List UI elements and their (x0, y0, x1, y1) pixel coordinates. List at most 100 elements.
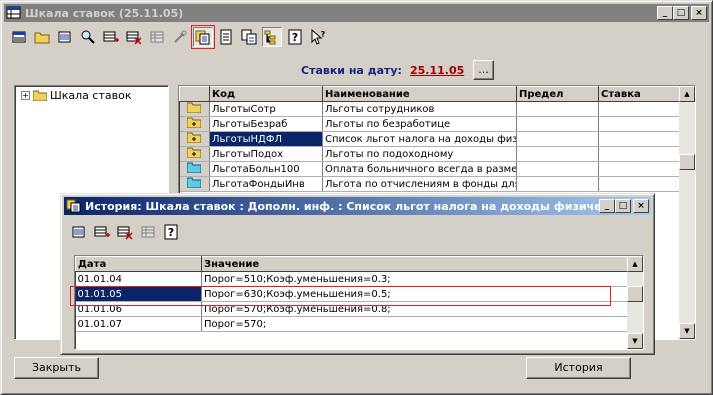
add-row-button[interactable] (101, 27, 121, 47)
scroll-down-button[interactable]: ▼ (679, 323, 695, 339)
scroll-up-button[interactable]: ▲ (679, 86, 695, 102)
cell-rate[interactable] (598, 116, 682, 132)
history-scrollbar[interactable]: ▲ ▼ (627, 256, 643, 349)
history-table: Дата Значение 01.01.04 Порог=510;Коэф.ум… (75, 256, 628, 332)
delete-icon (126, 31, 142, 45)
expand-toggle[interactable]: + (21, 91, 30, 100)
cell-value[interactable]: Порог=570; (201, 316, 628, 332)
close-window-button[interactable]: × (633, 199, 649, 213)
edit-button[interactable] (69, 222, 89, 242)
table-app-icon (6, 6, 21, 19)
cell-date[interactable]: 01.01.04 (75, 271, 202, 287)
cell-value[interactable]: Порог=510;Коэф.уменьшения=0.3; (201, 271, 628, 287)
table-row[interactable]: 01.01.07 Порог=570; (75, 316, 628, 332)
column-header-name[interactable]: Наименование (322, 86, 517, 102)
help-button[interactable]: ? (161, 222, 181, 242)
cell-rate[interactable] (598, 161, 682, 177)
open-folder-button[interactable] (32, 27, 52, 47)
column-header-date[interactable]: Дата (75, 256, 202, 272)
svg-text:?: ? (321, 30, 326, 39)
cell-rate[interactable] (598, 146, 682, 162)
table-row[interactable]: ЛьготыПодох Льготы по подоходному (179, 146, 682, 162)
cell-name[interactable]: Оплата больничного всегда в разме (322, 161, 517, 177)
cell-limit[interactable] (516, 161, 599, 177)
maximize-button[interactable]: □ (615, 199, 631, 213)
column-header-value[interactable]: Значение (201, 256, 628, 272)
table-button[interactable] (138, 222, 158, 242)
cell-value[interactable]: Порог=630;Коэф.уменьшения=0.5; (201, 286, 628, 302)
tree-view-button[interactable] (262, 27, 282, 47)
cell-code[interactable]: ЛьготыПодох (209, 146, 323, 162)
scroll-down-button[interactable]: ▼ (627, 333, 643, 349)
edit-button[interactable] (55, 27, 75, 47)
main-title-bar[interactable]: Шкала ставок (25.11.05) _ □ × (4, 4, 709, 22)
table-row[interactable]: 01.01.06 Порог=570;Коэф.уменьшения=0.8; (75, 301, 628, 317)
scroll-up-button[interactable]: ▲ (627, 256, 643, 272)
history-title-bar[interactable]: История: Шкала ставок : Дополн. инф. : С… (64, 197, 651, 215)
cell-date[interactable]: 01.01.07 (75, 316, 202, 332)
copy-button[interactable] (239, 27, 259, 47)
table-button[interactable] (147, 27, 167, 47)
cell-name[interactable]: Льготы по подоходному (322, 146, 517, 162)
cell-date[interactable]: 01.01.06 (75, 301, 202, 317)
table-row[interactable]: ЛьготаБольн100 Оплата больничного всегда… (179, 161, 682, 177)
delete-icon (117, 226, 133, 240)
history-open-button[interactable]: История (526, 357, 631, 379)
table-row[interactable]: ЛьготыБезраб Льготы по безработице (179, 116, 682, 132)
delete-button[interactable] (115, 222, 135, 242)
column-header-rate[interactable]: Ставка (598, 86, 682, 102)
scroll-thumb[interactable] (627, 286, 643, 302)
table-row[interactable]: 01.01.04 Порог=510;Коэф.уменьшения=0.3; (75, 271, 628, 287)
tools-button[interactable] (170, 27, 190, 47)
cell-limit[interactable] (516, 116, 599, 132)
maximize-button[interactable]: □ (673, 6, 689, 20)
cell-rate[interactable] (598, 101, 682, 117)
cell-limit[interactable] (516, 131, 599, 147)
table-row[interactable]: ЛьготаФондыИнв Льгота по отчислениям в ф… (179, 176, 682, 192)
table-row-selected[interactable]: 01.01.05 Порог=630;Коэф.уменьшения=0.5; (75, 286, 628, 302)
main-toolbar: ? ? (9, 25, 331, 49)
tree-node-label: Шкала ставок (50, 89, 132, 102)
svg-text:?: ? (292, 31, 298, 44)
document-button[interactable] (216, 27, 236, 47)
close-window-button[interactable]: × (691, 6, 707, 20)
grid-scrollbar[interactable]: ▲ ▼ (679, 86, 695, 339)
cell-date[interactable]: 01.01.05 (75, 286, 202, 302)
scroll-thumb[interactable] (679, 154, 695, 170)
cell-code[interactable]: ЛьготыБезраб (209, 116, 323, 132)
delete-button[interactable] (124, 27, 144, 47)
cell-name[interactable]: Льгота по отчислениям в фонды для (322, 176, 517, 192)
cell-name[interactable]: Льготы сотрудников (322, 101, 517, 117)
column-header-limit[interactable]: Предел (516, 86, 599, 102)
cell-value[interactable]: Порог=570;Коэф.уменьшения=0.8; (201, 301, 628, 317)
cell-name[interactable]: Льготы по безработице (322, 116, 517, 132)
new-item-button[interactable] (9, 27, 29, 47)
history-button[interactable] (191, 25, 215, 49)
rates-date-value[interactable]: 25.11.05 (410, 64, 464, 77)
cell-limit[interactable] (516, 146, 599, 162)
find-button[interactable] (78, 27, 98, 47)
add-row-button[interactable] (92, 222, 112, 242)
cell-rate[interactable] (598, 131, 682, 147)
cell-code[interactable]: ЛьготыСотр (209, 101, 323, 117)
tree-node-root[interactable]: + Шкала ставок (21, 89, 131, 102)
cell-limit[interactable] (516, 101, 599, 117)
cell-name[interactable]: Список льгот налога на доходы физи (322, 131, 517, 147)
table-row-selected[interactable]: ЛьготыНДФЛ Список льгот налога на доходы… (179, 131, 682, 147)
minimize-button[interactable]: _ (599, 199, 615, 213)
close-button[interactable]: Закрыть (14, 357, 99, 379)
cell-code[interactable]: ЛьготыНДФЛ (209, 131, 323, 147)
context-help-button[interactable]: ? (308, 27, 328, 47)
cell-limit[interactable] (516, 176, 599, 192)
cell-rate[interactable] (598, 176, 682, 192)
history-toolbar: ? (69, 222, 184, 242)
table-row[interactable]: ЛьготыСотр Льготы сотрудников (179, 101, 682, 117)
edit-icon (72, 226, 85, 238)
cell-code[interactable]: ЛьготаБольн100 (209, 161, 323, 177)
pick-date-button[interactable]: ... (473, 60, 494, 80)
row-icon (179, 176, 210, 192)
cell-code[interactable]: ЛьготаФондыИнв (209, 176, 323, 192)
column-header-code[interactable]: Код (209, 86, 323, 102)
help-button[interactable]: ? (285, 27, 305, 47)
minimize-button[interactable]: _ (657, 6, 673, 20)
